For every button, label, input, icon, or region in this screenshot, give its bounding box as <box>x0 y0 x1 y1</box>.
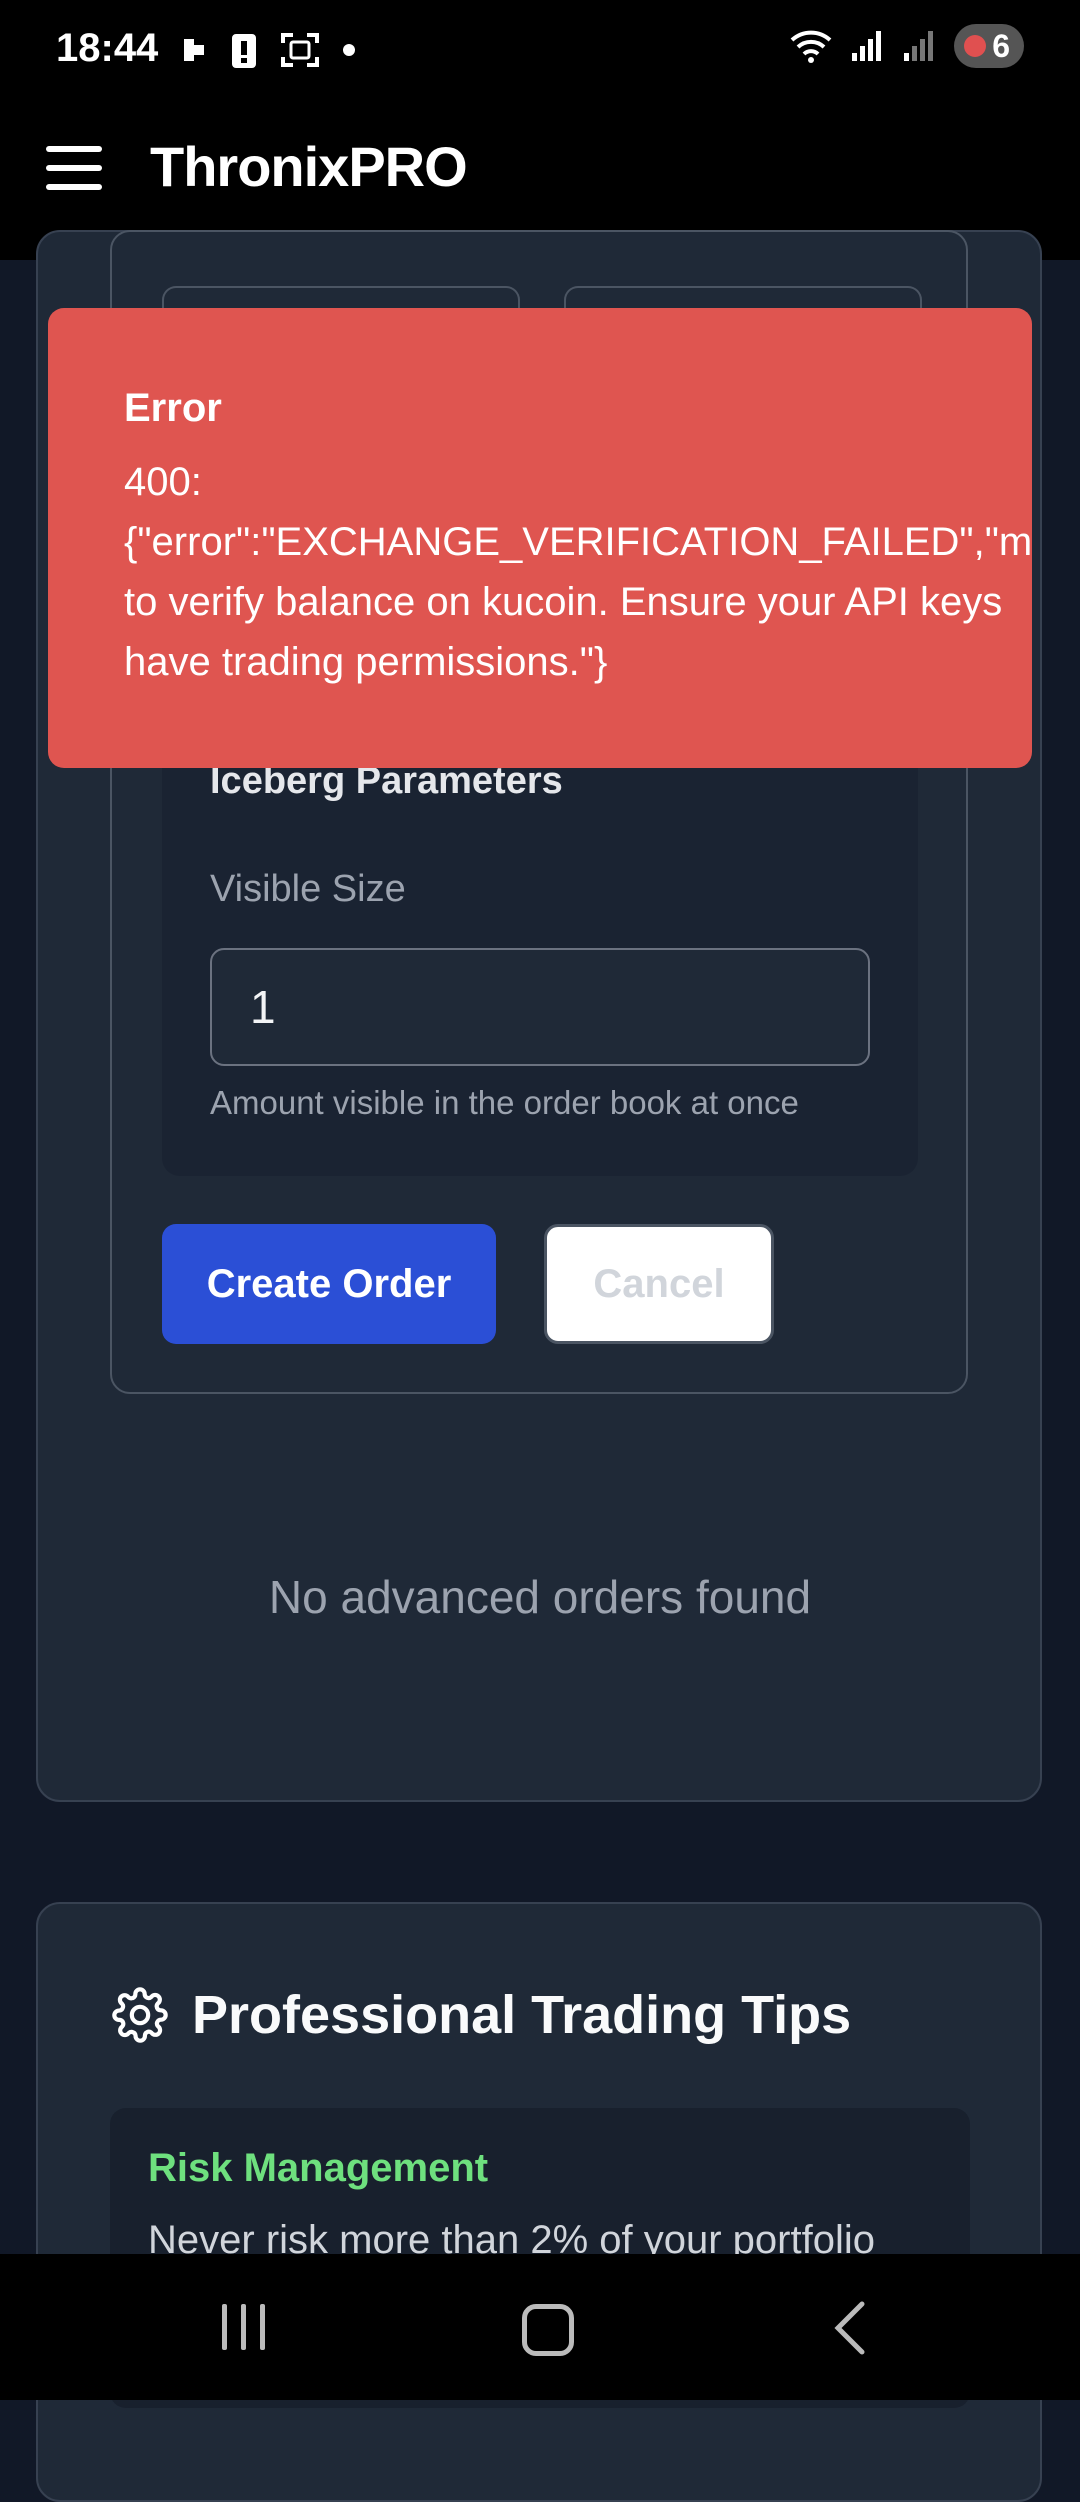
home-icon[interactable] <box>522 2304 574 2356</box>
back-icon[interactable] <box>830 2300 870 2356</box>
visible-size-help: Amount visible in the order book at once <box>210 1084 799 1121</box>
gear-icon <box>112 1987 168 2043</box>
cancel-button[interactable]: Cancel <box>544 1224 774 1344</box>
battery-alert-icon <box>232 34 256 68</box>
screenshot-icon <box>281 33 319 67</box>
signal-weak-icon <box>904 31 934 61</box>
recent-apps-icon[interactable] <box>222 2304 265 2350</box>
battery-saver-icon <box>964 35 987 57</box>
visible-size-input[interactable]: 1 <box>210 948 870 1066</box>
trading-tips-title: Professional Trading Tips <box>192 1985 852 2045</box>
battery-level: 6 <box>992 27 1010 64</box>
signal-icon <box>852 31 882 61</box>
empty-orders-message: No advanced orders found <box>268 1571 812 1623</box>
system-icons: 6 <box>790 24 1024 68</box>
visible-size-label: Visible Size <box>210 868 406 910</box>
battery-indicator: 6 <box>954 24 1024 68</box>
toast-message: 400: {"error":"EXCHANGE_VERIFICATION_FAI… <box>124 460 1032 684</box>
system-nav-bar <box>0 2254 1080 2400</box>
wifi-icon <box>790 30 832 63</box>
status-time: 18:44 <box>56 26 159 70</box>
tip-title: Risk Management <box>148 2146 489 2190</box>
dot-icon <box>343 44 355 56</box>
hamburger-menu-icon[interactable] <box>46 146 102 190</box>
create-order-button[interactable]: Create Order <box>162 1224 496 1344</box>
error-toast[interactable]: Error 400: {"error":"EXCHANGE_VERIFICATI… <box>48 308 1032 768</box>
trading-tips-header: Professional Trading Tips <box>112 1984 851 2046</box>
app-title: ThronixPRO <box>150 135 468 198</box>
notification-icons <box>180 30 356 70</box>
usb-icon <box>184 39 204 61</box>
status-bar: 18:44 6 <box>0 0 1080 98</box>
toast-title: Error <box>124 386 222 430</box>
